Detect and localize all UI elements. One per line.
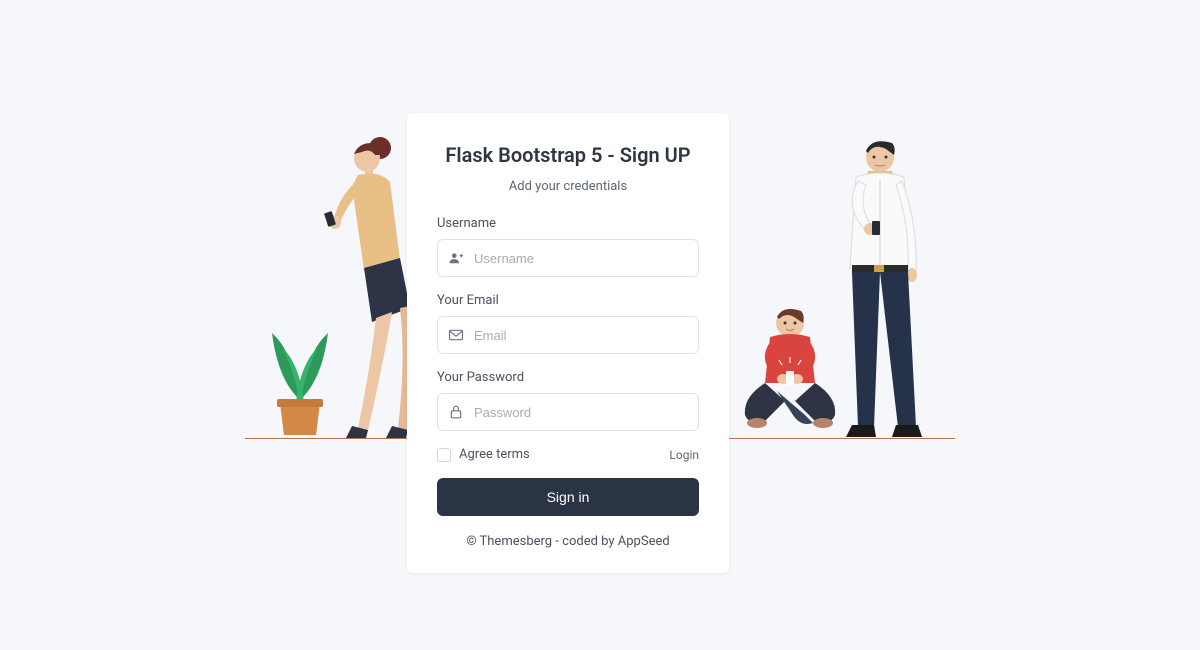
check-row: Agree terms Login xyxy=(437,447,699,462)
appseed-link[interactable]: AppSeed xyxy=(618,534,670,549)
submit-button[interactable]: Sign in xyxy=(437,478,699,516)
agree-terms-checkbox[interactable] xyxy=(437,448,451,462)
page-title: Flask Bootstrap 5 - Sign UP xyxy=(437,143,699,167)
username-input-group[interactable] xyxy=(437,239,699,277)
illustration-plant xyxy=(260,325,340,440)
envelope-icon xyxy=(438,329,474,341)
email-label: Your Email xyxy=(437,293,699,308)
login-link[interactable]: Login xyxy=(669,448,699,462)
email-input[interactable] xyxy=(474,328,698,343)
lock-icon xyxy=(438,405,474,419)
password-label: Your Password xyxy=(437,370,699,385)
email-input-group[interactable] xyxy=(437,316,699,354)
agree-terms-group: Agree terms xyxy=(437,447,530,462)
footer-text: © Themesberg - coded by AppSeed xyxy=(437,534,699,549)
illustration-standing-man xyxy=(820,135,940,440)
user-icon xyxy=(438,251,474,265)
username-input[interactable] xyxy=(474,251,698,266)
username-label: Username xyxy=(437,216,699,231)
password-input-group[interactable] xyxy=(437,393,699,431)
copyright-symbol: © xyxy=(466,534,476,549)
footer-middle: - coded by xyxy=(552,534,618,549)
agree-terms-label: Agree terms xyxy=(459,447,530,462)
signup-card: Flask Bootstrap 5 - Sign UP Add your cre… xyxy=(407,113,729,573)
themesberg-link[interactable]: Themesberg xyxy=(480,534,553,549)
page-subtitle: Add your credentials xyxy=(437,179,699,194)
password-input[interactable] xyxy=(474,405,698,420)
